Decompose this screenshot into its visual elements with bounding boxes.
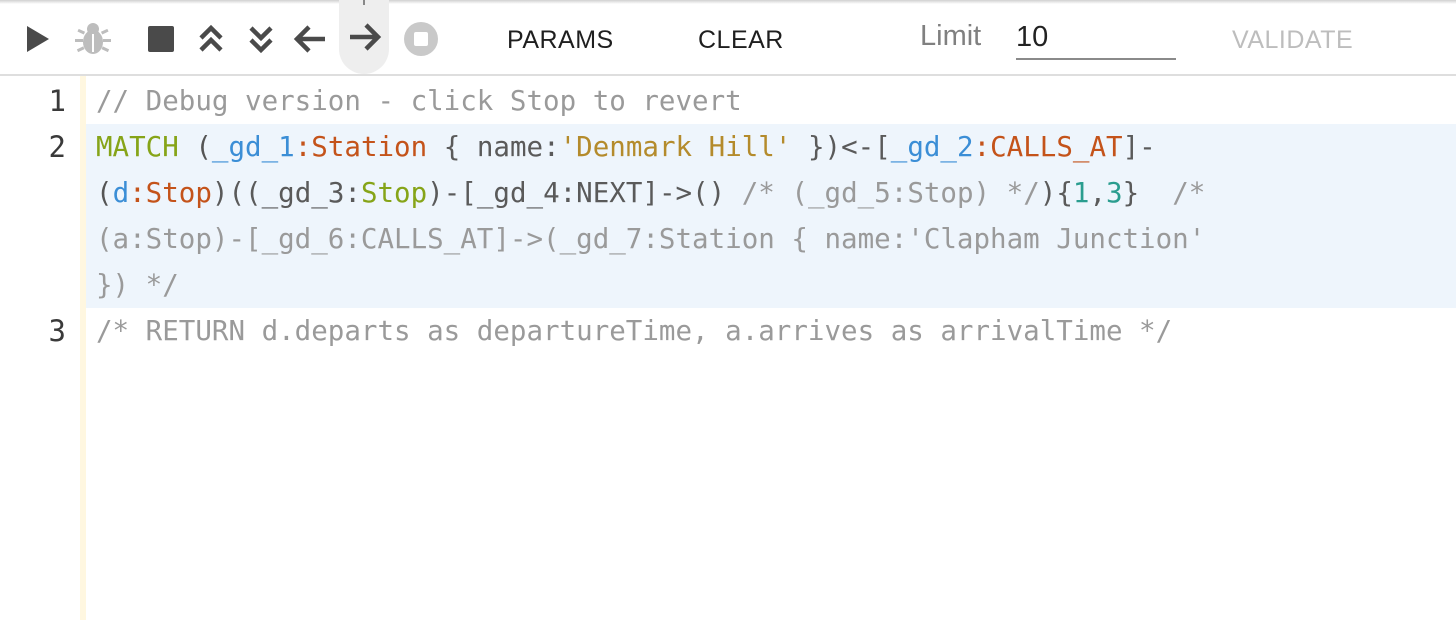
code-comment: // Debug version - click Stop to revert (96, 85, 742, 117)
code-text: ){ (1039, 177, 1073, 209)
validate-button[interactable]: VALIDATE (1232, 22, 1353, 58)
bug-icon (75, 23, 111, 54)
limit-input[interactable] (1016, 16, 1176, 60)
code-comment: }) */ (96, 269, 179, 301)
code-line-1: // Debug version - click Stop to revert (86, 78, 1456, 124)
expand-button[interactable] (236, 14, 286, 64)
cancel-button[interactable] (396, 14, 446, 64)
line-number: 3 (48, 314, 66, 348)
arrow-right-icon (350, 23, 382, 51)
code-punct: ( (178, 131, 212, 163)
code-text: )((_gd_3: (211, 177, 361, 209)
line-number: 1 (48, 84, 66, 118)
code-editor[interactable]: 1 2 3 // Debug version - click Stop to r… (0, 76, 1456, 620)
code-rel-type: :CALLS_AT (973, 131, 1123, 163)
code-text: { name: (427, 131, 560, 163)
code-comment: /* RETURN d.departs as departureTime, a.… (96, 315, 1173, 347)
collapse-button[interactable] (186, 14, 236, 64)
code-label: Stop (360, 177, 428, 209)
double-chevron-up-icon (199, 24, 223, 52)
stop-icon (148, 26, 174, 52)
code-text: })<-[ (791, 131, 891, 163)
stop-circle-icon (404, 22, 438, 56)
code-label: :Stop (129, 177, 212, 209)
code-text: ]- (1122, 131, 1156, 163)
arrow-left-icon (293, 25, 325, 53)
code-line-2: MATCH (_gd_1:Station { name:'Denmark Hil… (86, 124, 1456, 308)
line-number: 2 (48, 130, 66, 164)
stop-button[interactable] (136, 14, 186, 64)
code-variable: _gd_2 (890, 131, 974, 163)
run-button[interactable] (12, 14, 62, 64)
code-punct: ( (96, 177, 113, 209)
code-number: 1 (1072, 177, 1090, 209)
clear-button[interactable]: CLEAR (698, 22, 784, 58)
query-toolbar: PARAMS CLEAR Limit VALIDATE (0, 0, 1456, 76)
params-button[interactable]: PARAMS (507, 22, 614, 58)
code-string: 'Denmark Hill' (559, 131, 792, 163)
play-icon (27, 26, 49, 52)
debug-button[interactable] (68, 14, 118, 64)
limit-label: Limit (920, 20, 982, 52)
code-label: :Station (294, 131, 428, 163)
code-comment: /* (_gd_5:Stop) */ (741, 177, 1040, 209)
step-forward-button[interactable] (339, 0, 389, 74)
code-line-3: /* RETURN d.departs as departureTime, a.… (86, 308, 1456, 354)
step-back-button[interactable] (286, 14, 336, 64)
code-content[interactable]: // Debug version - click Stop to revert … (86, 78, 1456, 354)
code-variable: _gd_1 (211, 131, 295, 163)
code-text: } (1122, 177, 1173, 209)
code-comment: (a:Stop)-[_gd_6:CALLS_AT]->(_gd_7:Statio… (96, 223, 1206, 255)
line-number-gutter: 1 2 3 (0, 76, 86, 620)
code-text: )-[_gd_4:NEXT]->() (427, 177, 742, 209)
double-chevron-down-icon (249, 26, 273, 54)
code-text: , (1089, 177, 1107, 209)
code-variable: d (112, 177, 130, 209)
code-comment: /* (1172, 177, 1206, 209)
code-number: 3 (1106, 177, 1123, 209)
code-keyword: MATCH (96, 131, 179, 163)
